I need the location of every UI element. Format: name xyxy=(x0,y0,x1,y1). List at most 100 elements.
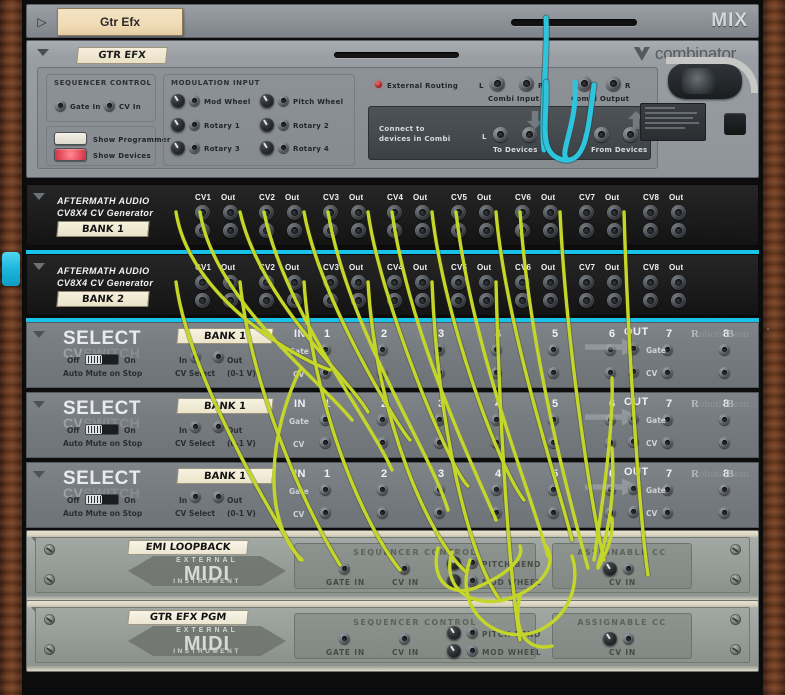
jack-cv8x4-1-out8-b[interactable] xyxy=(671,223,686,238)
cv8x4-1-bank-chip[interactable]: BANK 1 xyxy=(56,221,150,237)
jack-cv-switch-3-out-gate[interactable] xyxy=(628,483,639,494)
jack-cv-switch-2-gate-2[interactable] xyxy=(377,414,388,425)
jack-cv8x4-1-out2-b[interactable] xyxy=(287,223,302,238)
knob-rotary-1[interactable] xyxy=(171,118,185,132)
jack-cv8x4-2-out4-b[interactable] xyxy=(415,293,430,308)
jack-cv8x4-2-out3-a[interactable] xyxy=(351,275,366,290)
jack-cv-switch-3-cv-3[interactable] xyxy=(434,507,445,518)
cv-switch-1-auto-mute-toggle[interactable] xyxy=(85,354,119,365)
jack-cv8x4-1-cv4-a[interactable] xyxy=(387,205,402,220)
jack-cv-switch-3-gate-3[interactable] xyxy=(434,484,445,495)
cv-switch-1-fold-icon[interactable] xyxy=(33,331,45,338)
knob-mod-wheel[interactable] xyxy=(171,94,185,108)
jack-cv-switch-3-gate-8[interactable] xyxy=(719,484,730,495)
jack-cv-switch-3-cv-6[interactable] xyxy=(605,507,616,518)
jack-cv8x4-2-cv4-a[interactable] xyxy=(387,275,402,290)
jack-cv-switch-3-gate-4[interactable] xyxy=(491,484,502,495)
jack-cv8x4-1-out5-a[interactable] xyxy=(479,205,494,220)
jack-rotary-2[interactable] xyxy=(278,119,289,130)
jack-cv-switch-1-cv-1[interactable] xyxy=(320,367,331,378)
jack-pitch-wheel[interactable] xyxy=(278,95,289,106)
jack-from-devices-left[interactable] xyxy=(594,127,609,142)
jack-cv8x4-1-cv2-b[interactable] xyxy=(259,223,274,238)
jack-cv8x4-1-out3-b[interactable] xyxy=(351,223,366,238)
jack-cv-switch-2-select-in[interactable] xyxy=(190,421,201,432)
knob-midi-1-pitch-bend[interactable] xyxy=(447,556,461,570)
power-switch[interactable] xyxy=(724,113,746,135)
knob-midi-2-pitch-bend[interactable] xyxy=(447,626,461,640)
jack-cv-switch-3-gate-5[interactable] xyxy=(548,484,559,495)
jack-cv-switch-2-cv-2[interactable] xyxy=(377,437,388,448)
jack-cv8x4-1-out6-b[interactable] xyxy=(543,223,558,238)
jack-cv8x4-1-out6-a[interactable] xyxy=(543,205,558,220)
cv-switch-2-fold-icon[interactable] xyxy=(33,401,45,408)
jack-midi-1-mod-wheel[interactable] xyxy=(467,575,478,586)
jack-cv-switch-1-cv-5[interactable] xyxy=(548,367,559,378)
jack-cv8x4-1-out8-a[interactable] xyxy=(671,205,686,220)
jack-cv8x4-2-cv2-b[interactable] xyxy=(259,293,274,308)
knob-midi-2-mod-wheel[interactable] xyxy=(447,644,461,658)
jack-combi-output-right[interactable] xyxy=(606,76,621,91)
jack-cv-switch-3-out-cv[interactable] xyxy=(628,506,639,517)
jack-cv-switch-2-cv-7[interactable] xyxy=(662,437,673,448)
jack-cv8x4-2-out2-a[interactable] xyxy=(287,275,302,290)
jack-cv-switch-1-gate-8[interactable] xyxy=(719,344,730,355)
jack-cv8x4-2-out6-a[interactable] xyxy=(543,275,558,290)
jack-cv8x4-2-cv3-b[interactable] xyxy=(323,293,338,308)
jack-cv-switch-1-gate-1[interactable] xyxy=(320,344,331,355)
jack-cv8x4-2-cv6-b[interactable] xyxy=(515,293,530,308)
jack-cv-switch-2-gate-7[interactable] xyxy=(662,414,673,425)
jack-cv-switch-2-cv-5[interactable] xyxy=(548,437,559,448)
jack-cv-switch-2-out-cv[interactable] xyxy=(628,436,639,447)
jack-cv-switch-1-cv-7[interactable] xyxy=(662,367,673,378)
jack-cv8x4-1-cv5-b[interactable] xyxy=(451,223,466,238)
jack-cv8x4-2-cv5-a[interactable] xyxy=(451,275,466,290)
jack-cv8x4-1-out4-a[interactable] xyxy=(415,205,430,220)
jack-cv-switch-3-gate-7[interactable] xyxy=(662,484,673,495)
jack-cv8x4-1-out7-b[interactable] xyxy=(607,223,622,238)
cv8x4-1-fold-icon[interactable] xyxy=(33,193,45,200)
jack-cv8x4-2-out5-b[interactable] xyxy=(479,293,494,308)
jack-cv8x4-1-cv1-a[interactable] xyxy=(195,205,210,220)
cv-switch-1-bank-chip[interactable]: BANK 1 xyxy=(176,328,274,344)
jack-cv-switch-1-cv-8[interactable] xyxy=(719,367,730,378)
jack-cv8x4-2-out1-a[interactable] xyxy=(223,275,238,290)
jack-cv-switch-3-cv-2[interactable] xyxy=(377,507,388,518)
jack-cv8x4-1-cv4-b[interactable] xyxy=(387,223,402,238)
jack-combi-input-left[interactable] xyxy=(490,76,505,91)
jack-cv-switch-3-gate-2[interactable] xyxy=(377,484,388,495)
jack-cv8x4-1-out5-b[interactable] xyxy=(479,223,494,238)
jack-from-devices-right[interactable] xyxy=(623,127,638,142)
tab-gtr-efx[interactable]: Gtr Efx xyxy=(57,8,183,36)
jack-midi-2-mod-wheel[interactable] xyxy=(467,645,478,656)
jack-cv-switch-2-select-out[interactable] xyxy=(213,421,224,432)
jack-cv8x4-2-cv8-a[interactable] xyxy=(643,275,658,290)
jack-midi-1-assignable-cv-in[interactable] xyxy=(623,563,634,574)
jack-cv-switch-2-gate-1[interactable] xyxy=(320,414,331,425)
midi-1-name-chip[interactable]: EMI LOOPBACK xyxy=(127,540,249,555)
jack-cv-switch-2-gate-8[interactable] xyxy=(719,414,730,425)
jack-cv8x4-1-cv3-b[interactable] xyxy=(323,223,338,238)
midi-2-name-chip[interactable]: GTR EFX PGM xyxy=(127,610,249,625)
jack-cv-switch-2-cv-3[interactable] xyxy=(434,437,445,448)
jack-combi-input-right[interactable] xyxy=(519,76,534,91)
cv-switch-2-auto-mute-toggle[interactable] xyxy=(85,424,119,435)
jack-cv-switch-3-gate-6[interactable] xyxy=(605,484,616,495)
jack-cv-switch-2-cv-6[interactable] xyxy=(605,437,616,448)
jack-cv8x4-2-out1-b[interactable] xyxy=(223,293,238,308)
jack-cv8x4-2-out4-a[interactable] xyxy=(415,275,430,290)
jack-cv-switch-1-select-out[interactable] xyxy=(213,351,224,362)
cv8x4-2-fold-icon[interactable] xyxy=(33,263,45,270)
tab-expand-arrow-icon[interactable]: ▷ xyxy=(33,13,51,31)
jack-cv8x4-2-cv8-b[interactable] xyxy=(643,293,658,308)
jack-midi-2-cv-in[interactable] xyxy=(399,633,410,644)
jack-cv-switch-2-gate-4[interactable] xyxy=(491,414,502,425)
jack-cv-switch-1-cv-6[interactable] xyxy=(605,367,616,378)
jack-cv8x4-1-cv6-a[interactable] xyxy=(515,205,530,220)
jack-combi-output-left[interactable] xyxy=(577,76,592,91)
jack-cv-switch-3-cv-5[interactable] xyxy=(548,507,559,518)
jack-cv-switch-2-gate-5[interactable] xyxy=(548,414,559,425)
jack-midi-2-gate-in[interactable] xyxy=(339,633,350,644)
jack-cv-switch-1-cv-2[interactable] xyxy=(377,367,388,378)
knob-midi-1-assignable-cc[interactable] xyxy=(603,562,617,576)
